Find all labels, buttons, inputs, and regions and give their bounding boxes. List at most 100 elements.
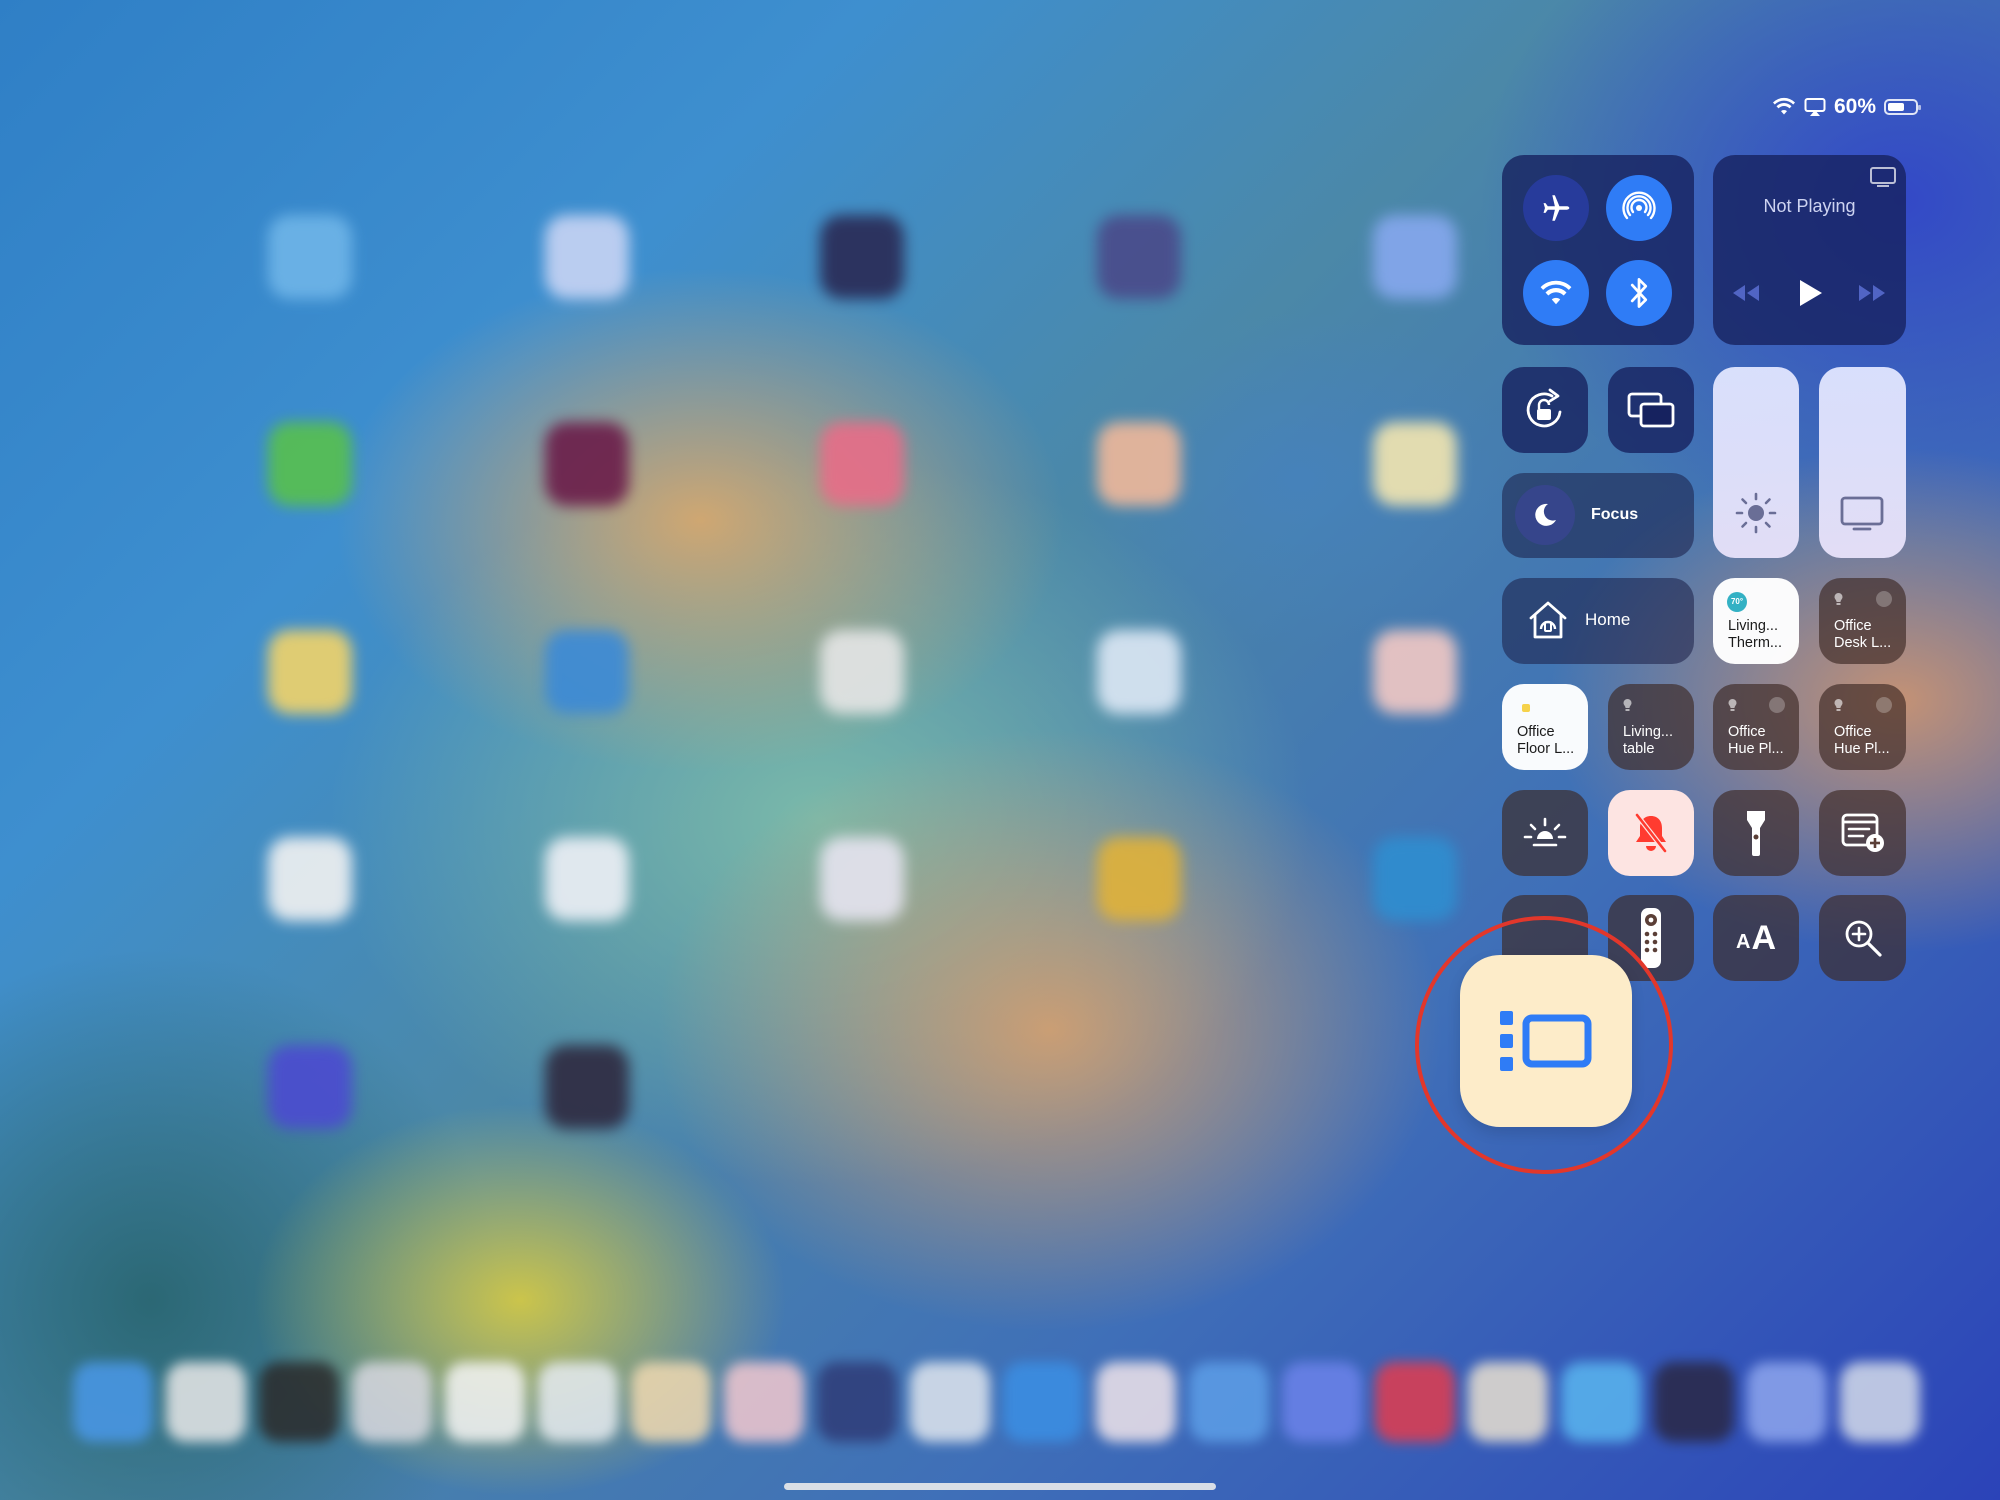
app-icon[interactable] [545, 837, 629, 921]
accessory-label: Office Hue Pl... [1834, 724, 1890, 758]
accessory-label: Office Hue Pl... [1728, 724, 1784, 758]
app-icon[interactable] [1373, 630, 1457, 714]
accessory-label-line2: Floor L... [1517, 741, 1575, 757]
dock-app-icon[interactable] [724, 1362, 804, 1442]
app-icon[interactable] [545, 1045, 629, 1129]
accessory-label-line2: table [1623, 741, 1655, 757]
app-icon[interactable] [820, 837, 904, 921]
text-size-small-glyph: A [1735, 930, 1751, 953]
battery-fill [1888, 103, 1904, 111]
dock-app-icon[interactable] [1003, 1362, 1083, 1442]
app-icon[interactable] [1373, 837, 1457, 921]
app-icon[interactable] [1373, 215, 1457, 299]
dock-app-icon[interactable] [1468, 1362, 1548, 1442]
bluetooth-toggle[interactable] [1606, 260, 1672, 326]
dock-app-icon[interactable] [538, 1362, 618, 1442]
focus-button[interactable]: Focus [1502, 473, 1694, 558]
dark-mode-icon [1523, 817, 1567, 847]
dock-app-icon[interactable] [1840, 1362, 1920, 1442]
now-playing-title: Not Playing [1763, 196, 1856, 216]
screen-mirroring-toggle[interactable] [1608, 367, 1694, 453]
dock-app-icon[interactable] [910, 1362, 990, 1442]
lightbulb-icon [1834, 699, 1843, 711]
moon-icon [1535, 503, 1556, 526]
app-icon[interactable] [820, 422, 904, 506]
home-button[interactable]: Home [1502, 578, 1694, 664]
dock-app-icon[interactable] [166, 1362, 246, 1442]
accessory-office-desk-lamp[interactable]: Office Desk L... [1819, 578, 1906, 664]
airplane-icon [1543, 195, 1570, 221]
dock-app-icon[interactable] [1654, 1362, 1734, 1442]
play-icon[interactable] [1796, 278, 1824, 308]
dock-app-icon[interactable] [1375, 1362, 1455, 1442]
dock-app-icon[interactable] [1282, 1362, 1362, 1442]
home-icon [1529, 601, 1567, 639]
dark-mode-toggle[interactable] [1502, 790, 1588, 876]
accessory-office-floor-lamp[interactable]: Office Floor L... [1502, 684, 1588, 770]
accessory-label: Office Floor L... [1517, 724, 1574, 758]
app-icon[interactable] [1097, 215, 1181, 299]
app-icon[interactable] [820, 215, 904, 299]
dock-app-icon[interactable] [73, 1362, 153, 1442]
focus-label: Focus [1591, 506, 1639, 523]
display-volume-slider[interactable] [1819, 367, 1906, 558]
app-icon[interactable] [1097, 837, 1181, 921]
app-icon[interactable] [268, 422, 352, 506]
fast-forward-icon[interactable] [1856, 282, 1888, 304]
app-icon[interactable] [1097, 630, 1181, 714]
rewind-icon[interactable] [1730, 282, 1762, 304]
dock-app-icon[interactable] [817, 1362, 897, 1442]
accessory-living-thermostat[interactable]: 70° Living... Therm... [1713, 578, 1799, 664]
dock-app-icon[interactable] [1189, 1362, 1269, 1442]
app-icon[interactable] [1097, 422, 1181, 506]
airdrop-toggle[interactable] [1606, 175, 1672, 241]
accessory-label-line1: Office [1517, 724, 1555, 740]
accessory-label-line1: Office [1834, 618, 1872, 634]
magnifier-icon [1845, 920, 1882, 957]
display-icon [1840, 496, 1884, 531]
app-icon[interactable] [268, 215, 352, 299]
dock-app-icon[interactable] [1096, 1362, 1176, 1442]
app-icon[interactable] [268, 837, 352, 921]
app-icon[interactable] [268, 630, 352, 714]
dock-app-icon[interactable] [631, 1362, 711, 1442]
app-icon[interactable] [1373, 422, 1457, 506]
dock-app-icon[interactable] [352, 1362, 432, 1442]
flashlight-toggle[interactable] [1713, 790, 1799, 876]
airdrop-icon [1622, 191, 1656, 220]
accessory-label-line1: Living... [1728, 618, 1778, 634]
accessory-office-hue-play-2[interactable]: Office Hue Pl... [1819, 684, 1906, 770]
accessory-office-hue-play-1[interactable]: Office Hue Pl... [1713, 684, 1799, 770]
airplane-mode-toggle[interactable] [1523, 175, 1589, 241]
dock-app-icon[interactable] [1747, 1362, 1827, 1442]
text-size-button[interactable]: A A [1713, 895, 1799, 981]
brightness-icon [1735, 492, 1777, 534]
dock-app-icon[interactable] [259, 1362, 339, 1442]
quick-note-button[interactable] [1819, 790, 1906, 876]
magnifier-button[interactable] [1819, 895, 1906, 981]
unavailable-icon [1769, 697, 1785, 713]
lightbulb-on-icon [1522, 704, 1530, 712]
accessory-living-table[interactable]: Living... table [1608, 684, 1694, 770]
brightness-slider[interactable] [1713, 367, 1799, 558]
app-icon[interactable] [545, 215, 629, 299]
orientation-lock-toggle[interactable] [1502, 367, 1588, 453]
silent-mode-toggle[interactable] [1608, 790, 1694, 876]
home-indicator[interactable] [784, 1483, 1216, 1490]
dock-app-icon[interactable] [445, 1362, 525, 1442]
app-icon[interactable] [268, 1045, 352, 1129]
battery-percentage: 60% [1833, 95, 1876, 118]
app-icon[interactable] [545, 630, 629, 714]
screen-mirroring-icon [1804, 98, 1826, 116]
connectivity-module[interactable] [1502, 155, 1694, 345]
dock-app-icon[interactable] [1561, 1362, 1641, 1442]
home-label: Home [1585, 610, 1631, 629]
stage-manager-toggle[interactable] [1460, 955, 1632, 1127]
app-icon[interactable] [820, 630, 904, 714]
wifi-toggle[interactable] [1523, 260, 1589, 326]
unavailable-icon [1876, 697, 1892, 713]
thermostat-badge: 70° [1727, 592, 1747, 612]
airplay-icon[interactable] [1869, 166, 1897, 188]
battery-icon [1884, 99, 1921, 115]
app-icon[interactable] [545, 422, 629, 506]
